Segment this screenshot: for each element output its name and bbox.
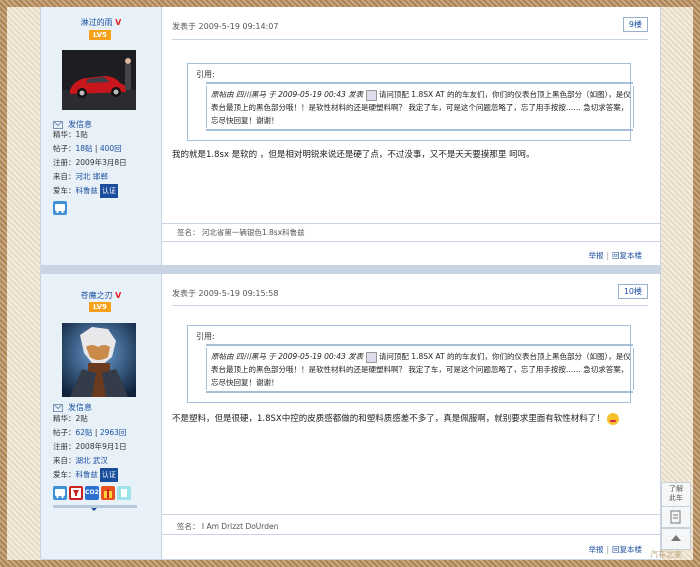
co2-medal-icon[interactable]: CO2 [85, 486, 99, 500]
post-separator [41, 265, 660, 273]
car-link[interactable]: 科鲁兹 [76, 470, 99, 479]
quote-label: 引用: [196, 332, 215, 341]
post-time: 发表于 2009-5-19 09:15:58 [172, 289, 279, 298]
replies-count-link[interactable]: 2963回 [100, 428, 127, 437]
level-badge: LV5 [89, 30, 111, 40]
essence-count: 精华：2贴 [53, 414, 88, 423]
signature: 签名： I Am Drizzt DoUrden [177, 522, 279, 531]
location-link[interactable]: 河北 邯郸 [76, 172, 108, 181]
post-10: 苍魔之刃 V LV9 发信息 精华：2贴 帖子：62贴 | 2963回 注册：2… [41, 273, 660, 560]
document-icon [670, 510, 681, 524]
learn-car-button[interactable]: 了解 此车 [661, 482, 691, 508]
post-9: 淋过的雨 V LV5 发信息 精华：1贴 帖子：18贴 | 400回 注册：20… [41, 7, 660, 266]
location-link[interactable]: 湖北 武汉 [76, 456, 108, 465]
envelope-icon [53, 403, 63, 412]
author-stats: 精华：1贴 帖子：18贴 | 400回 注册：2009年3月8日 来自：河北 邯… [53, 128, 127, 198]
chevron-down-icon[interactable] [91, 508, 97, 511]
register-date: 注册：2009年3月8日 [53, 158, 127, 167]
quote-content: 原帖由 四川黑马 于 2009-05-19 00:43 发表 请问顶配 1.8S… [206, 348, 634, 390]
gift-medal-icon[interactable] [101, 486, 115, 500]
quote-block: 引用: 原帖由 四川黑马 于 2009-05-19 00:43 发表 请问顶配 … [187, 325, 634, 403]
divider [172, 305, 648, 306]
certified-badge[interactable]: 认证 [100, 468, 118, 482]
author-name[interactable]: 淋过的雨 [81, 18, 113, 27]
quote-source: 原帖由 四川黑马 于 2009-05-19 00:43 发表 [211, 352, 364, 361]
posts-count-link[interactable]: 62贴 [76, 428, 93, 437]
car-link[interactable]: 科鲁兹 [76, 186, 99, 195]
broken-image-icon [365, 89, 377, 101]
author-name[interactable]: 苍魔之刃 [81, 291, 113, 300]
watermark: 汽车之家 [650, 550, 682, 559]
medals: CO2 [53, 486, 133, 500]
arrow-up-icon [671, 535, 681, 541]
signature: 签名： 河北省第一辆银色1.8sx科鲁兹 [177, 228, 305, 237]
certified-badge[interactable]: 认证 [100, 184, 118, 198]
back-to-top-button[interactable] [661, 528, 691, 550]
cup-medal-icon[interactable] [69, 486, 83, 500]
replies-count-link[interactable]: 400回 [100, 144, 122, 153]
avatar[interactable] [62, 323, 136, 397]
cyan-medal-icon[interactable] [117, 486, 131, 500]
register-date: 注册：2008年9月1日 [53, 442, 127, 451]
author-panel: 淋过的雨 V LV5 发信息 精华：1贴 帖子：18贴 | 400回 注册：20… [41, 7, 162, 265]
quote-label: 引用: [196, 70, 215, 79]
quote-block: 引用: 原帖由 四川黑马 于 2009-05-19 00:43 发表 请问顶配 … [187, 63, 634, 141]
posts-count-link[interactable]: 18贴 [76, 144, 93, 153]
post-time: 发表于 2009-5-19 09:14:07 [172, 22, 279, 31]
post-main: 发表于 2009-5-19 09:14:07 9楼 引用: 原帖由 四川黑马 于… [162, 7, 660, 265]
quote-content: 原帖由 四川黑马 于 2009-05-19 00:43 发表 请问顶配 1.8S… [206, 86, 634, 128]
broken-image-icon [365, 351, 377, 363]
bus-medal-icon[interactable] [53, 486, 67, 500]
thread-content: 淋过的雨 V LV5 发信息 精华：1贴 帖子：18贴 | 400回 注册：20… [40, 7, 661, 560]
verified-v-icon: V [115, 291, 122, 300]
quote-source: 原帖由 四川黑马 于 2009-05-19 00:43 发表 [211, 90, 364, 99]
report-link[interactable]: 举报 [588, 251, 603, 260]
post-main: 发表于 2009-5-19 09:15:58 10楼 引用: 原帖由 四川黑马 … [162, 274, 660, 559]
floor-number[interactable]: 9楼 [622, 17, 648, 32]
floor-number[interactable]: 10楼 [617, 284, 648, 299]
report-link[interactable]: 举报 [588, 545, 603, 554]
document-button[interactable] [661, 506, 691, 528]
verified-v-icon: V [115, 18, 122, 27]
bus-medal-icon[interactable] [53, 201, 67, 215]
divider [172, 39, 648, 40]
author-panel: 苍魔之刃 V LV9 发信息 精华：2贴 帖子：62贴 | 2963回 注册：2… [41, 274, 162, 559]
author-stats: 精华：2贴 帖子：62贴 | 2963回 注册：2008年9月1日 来自：湖北 … [53, 412, 127, 482]
reply-link[interactable]: 回复本楼 [612, 251, 642, 260]
post-body: 我的就是1.8sx 是软的 ，但是相对明锐来说还是硬了点，不过没事，又不是天天要… [172, 150, 535, 160]
medals [53, 201, 69, 215]
medal-scrollbar[interactable] [53, 505, 137, 511]
smiley-emoticon-icon [607, 412, 620, 425]
post-body: 不是塑料，但是很硬，1.8SX中控的皮质感都做的和塑料质感差不多了，真是佩服啊，… [172, 412, 642, 425]
avatar[interactable] [62, 50, 136, 110]
essence-count: 精华：1贴 [53, 130, 88, 139]
level-badge: LV9 [89, 302, 111, 312]
reply-link[interactable]: 回复本楼 [612, 545, 642, 554]
